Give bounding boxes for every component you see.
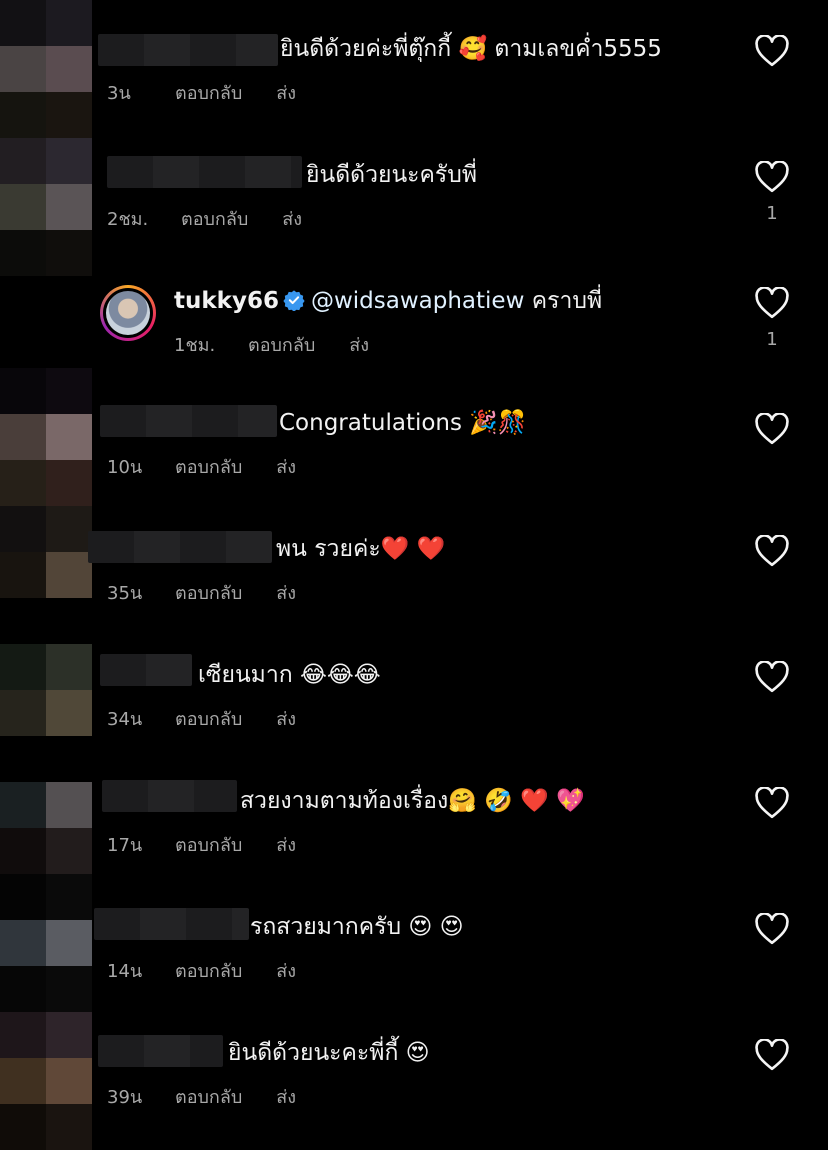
send-button[interactable]: ส่ง <box>276 704 296 733</box>
send-button[interactable]: ส่ง <box>276 78 296 107</box>
reply-button[interactable]: ตอบกลับ <box>175 956 242 985</box>
comment-item: ยินดีด้วยค่ะพี่ตุ๊กกี้ 🥰 ตามเลขค่ำ5555 3… <box>0 0 828 126</box>
comment-meta: 2ชม. ตอบกลับ ส่ง <box>107 204 302 233</box>
send-button[interactable]: ส่ง <box>349 330 369 359</box>
comment-meta: 1ชม. ตอบกลับ ส่ง <box>174 330 369 359</box>
like-count: 1 <box>766 203 778 224</box>
blurred-username <box>102 780 237 812</box>
heart-icon[interactable] <box>754 535 790 567</box>
reply-button[interactable]: ตอบกลับ <box>175 78 242 107</box>
comment-meta: 34น ตอบกลับ ส่ง <box>107 704 296 733</box>
heart-icon[interactable] <box>754 787 790 819</box>
comment-text: สวยงามตามท้องเรื่อง🤗 🤣 ❤️ 💖 <box>240 788 585 814</box>
send-button[interactable]: ส่ง <box>276 578 296 607</box>
reply-button[interactable]: ตอบกลับ <box>175 578 242 607</box>
reply-button[interactable]: ตอบกลับ <box>248 330 315 359</box>
heart-icon[interactable] <box>754 35 790 67</box>
comment-body: คราบพี่ <box>524 288 603 314</box>
comment-item: ยินดีด้วยนะครับพี่ 2ชม. ตอบกลับ ส่ง 1 <box>0 126 828 252</box>
comment-time: 39น <box>107 1087 143 1108</box>
comment-item: เซียนมาก 😂😂😂 34น ตอบกลับ ส่ง <box>0 630 828 756</box>
comment-item: รถสวยมากครับ 😍 😍 14น ตอบกลับ ส่ง <box>0 882 828 1008</box>
comment-meta: 17น ตอบกลับ ส่ง <box>107 830 296 859</box>
comment-time: 2ชม. <box>107 209 149 230</box>
blurred-username <box>98 1035 223 1067</box>
comment-meta: 3น ตอบกลับ ส่ง <box>107 78 296 107</box>
comment-meta: 35น ตอบกลับ ส่ง <box>107 578 296 607</box>
reply-button[interactable]: ตอบกลับ <box>175 452 242 481</box>
comment-text: รถสวยมากครับ 😍 😍 <box>250 914 464 940</box>
comment-time: 17น <box>107 835 143 856</box>
comment-item: tukky66 @widsawaphatiew คราบพี่ 1ชม. ตอบก… <box>0 252 828 378</box>
comment-text: ยินดีด้วยนะครับพี่ <box>306 162 478 188</box>
blurred-username <box>100 654 192 686</box>
comment-meta: 10น ตอบกลับ ส่ง <box>107 452 296 481</box>
comment-meta: 39น ตอบกลับ ส่ง <box>107 1082 296 1111</box>
like-count: 1 <box>766 329 778 350</box>
blurred-username <box>98 34 278 66</box>
comment-time: 10น <box>107 457 143 478</box>
blurred-username <box>100 405 277 437</box>
reply-button[interactable]: ตอบกลับ <box>175 830 242 859</box>
comment-text: tukky66 @widsawaphatiew คราบพี่ <box>174 285 602 317</box>
comment-item: ยินดีด้วยนะคะพี่กี้ 😍 39น ตอบกลับ ส่ง <box>0 1008 828 1134</box>
send-button[interactable]: ส่ง <box>276 830 296 859</box>
reply-button[interactable]: ตอบกลับ <box>181 204 248 233</box>
heart-icon[interactable] <box>754 913 790 945</box>
heart-icon[interactable] <box>754 661 790 693</box>
heart-icon[interactable] <box>754 287 790 319</box>
comment-text: ยินดีด้วยค่ะพี่ตุ๊กกี้ 🥰 ตามเลขค่ำ5555 <box>280 36 662 62</box>
avatar[interactable] <box>100 285 156 341</box>
send-button[interactable]: ส่ง <box>276 956 296 985</box>
comment-meta: 14น ตอบกลับ ส่ง <box>107 956 296 985</box>
comment-time: 1ชม. <box>174 335 216 356</box>
send-button[interactable]: ส่ง <box>282 204 302 233</box>
comment-item: พน รวยค่ะ❤️ ❤️ 35น ตอบกลับ ส่ง <box>0 504 828 630</box>
comment-time: 14น <box>107 961 143 982</box>
blurred-username <box>107 156 302 188</box>
blurred-username <box>88 531 272 563</box>
comment-time: 3น <box>107 83 131 104</box>
verified-badge-icon <box>283 290 305 311</box>
comment-text: Congratulations 🎉🎊 <box>279 410 527 436</box>
send-button[interactable]: ส่ง <box>276 1082 296 1111</box>
reply-button[interactable]: ตอบกลับ <box>175 1082 242 1111</box>
comment-text: พน รวยค่ะ❤️ ❤️ <box>276 536 446 562</box>
comment-text: ยินดีด้วยนะคะพี่กี้ 😍 <box>228 1040 430 1066</box>
heart-icon[interactable] <box>754 1039 790 1071</box>
comment-item: Congratulations 🎉🎊 10น ตอบกลับ ส่ง <box>0 378 828 504</box>
mention-link[interactable]: @widsawaphatiew <box>311 288 524 314</box>
blurred-username <box>94 908 249 940</box>
username[interactable]: tukky66 <box>174 288 279 314</box>
reply-button[interactable]: ตอบกลับ <box>175 704 242 733</box>
heart-icon[interactable] <box>754 161 790 193</box>
comment-item: สวยงามตามท้องเรื่อง🤗 🤣 ❤️ 💖 17น ตอบกลับ … <box>0 756 828 882</box>
send-button[interactable]: ส่ง <box>276 452 296 481</box>
heart-icon[interactable] <box>754 413 790 445</box>
comment-text: เซียนมาก 😂😂😂 <box>198 662 381 688</box>
comment-time: 35น <box>107 583 143 604</box>
comment-time: 34น <box>107 709 143 730</box>
